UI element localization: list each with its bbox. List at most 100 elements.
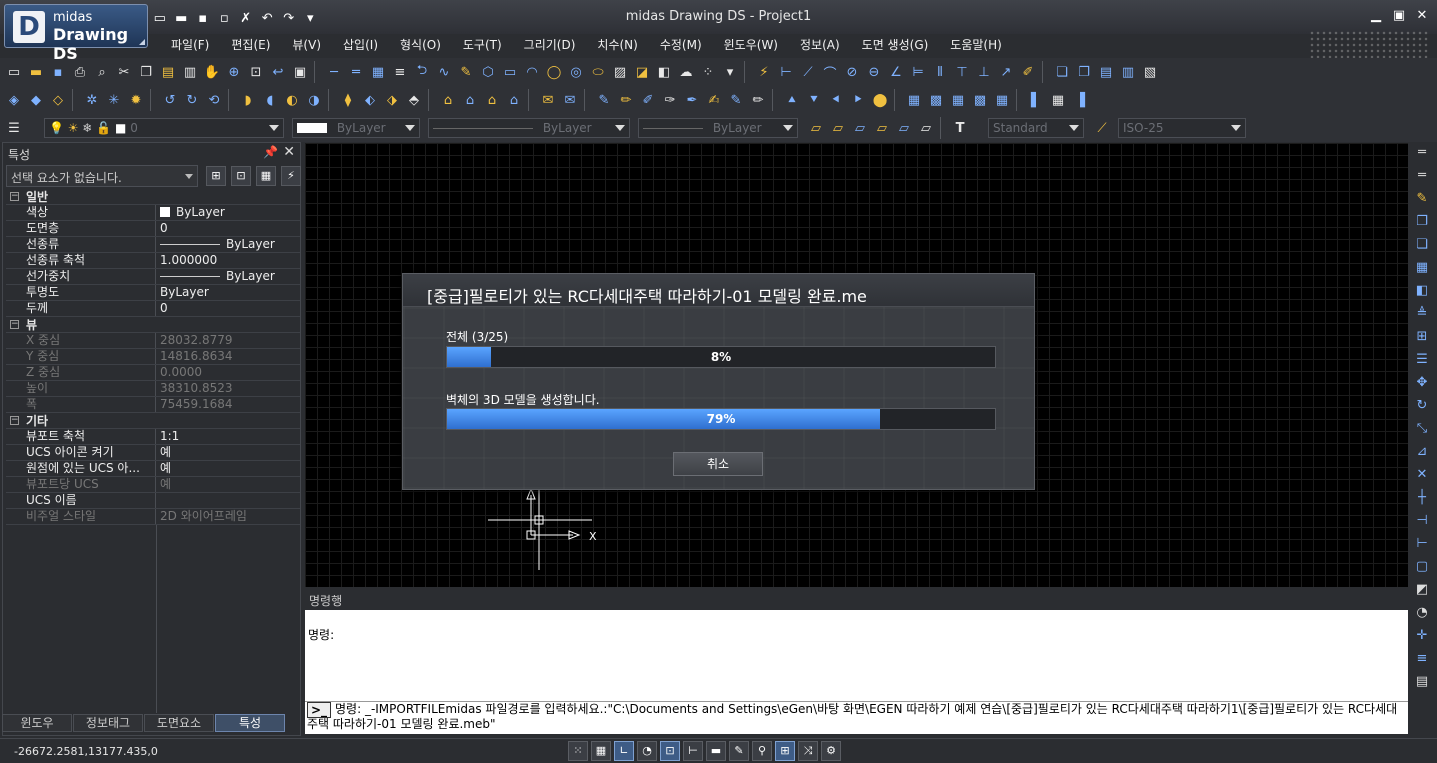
new-file-icon[interactable]: ▭: [150, 8, 170, 28]
save-icon[interactable]: ▪: [193, 8, 213, 28]
arc-icon[interactable]: ◠: [522, 62, 542, 82]
copy-multiple-icon[interactable]: ❏: [1412, 235, 1432, 255]
edit-7-icon[interactable]: ✎: [726, 90, 746, 110]
collapse-icon[interactable]: −: [10, 320, 19, 329]
gen-section-icon[interactable]: ◇: [48, 90, 68, 110]
member-2-icon[interactable]: ◖: [260, 90, 280, 110]
edit-1-icon[interactable]: ✎: [594, 90, 614, 110]
gradient-icon[interactable]: ◪: [632, 62, 652, 82]
block-2-icon[interactable]: ⯆: [804, 90, 824, 110]
menu-draw[interactable]: 그리기(D): [513, 34, 587, 56]
table-2-icon[interactable]: ▩: [926, 90, 946, 110]
note-1-icon[interactable]: ✉: [538, 90, 558, 110]
erase-icon[interactable]: ✎: [1412, 189, 1432, 209]
gen-axis-icon[interactable]: ✳: [104, 90, 124, 110]
window-tile-v-icon[interactable]: ▥: [1118, 62, 1138, 82]
category-general[interactable]: − 일반: [6, 189, 300, 205]
restore-button[interactable]: ▣: [1390, 8, 1408, 24]
window-cascade-icon[interactable]: ❏: [1052, 62, 1072, 82]
sketch-icon[interactable]: ✎: [456, 62, 476, 82]
circle-icon[interactable]: ◯: [544, 62, 564, 82]
app-logo[interactable]: D midas Drawing DS: [4, 4, 148, 63]
block-4-icon[interactable]: ⯈: [848, 90, 868, 110]
dim-break-icon[interactable]: ⊥: [974, 62, 994, 82]
quick-props-icon[interactable]: ⚲: [752, 741, 772, 761]
wall-2-icon[interactable]: ⌂: [460, 90, 480, 110]
quick-dim-icon[interactable]: ⚡: [754, 62, 774, 82]
rebar-1-icon[interactable]: ↺: [160, 90, 180, 110]
close-icon[interactable]: ✕: [283, 144, 295, 160]
layer-tool-1-icon[interactable]: ▱: [806, 118, 826, 138]
dynamic-input-icon[interactable]: ✎: [729, 741, 749, 761]
menu-modify[interactable]: 수정(M): [649, 34, 713, 56]
spline-icon[interactable]: ∿: [434, 62, 454, 82]
wall-3-icon[interactable]: ⌂: [482, 90, 502, 110]
block-3-icon[interactable]: ⯇: [826, 90, 846, 110]
tab-drawing-elements[interactable]: 도면요소: [144, 714, 214, 732]
linear-dim-icon[interactable]: ⊢: [776, 62, 796, 82]
property-value[interactable]: ByLayer: [156, 205, 300, 220]
category-misc[interactable]: − 기타: [6, 413, 300, 429]
fillet-icon[interactable]: ◔: [1412, 603, 1432, 623]
toolbar-more-icon[interactable]: ▤: [1412, 672, 1432, 692]
hatch-icon[interactable]: ▨: [610, 62, 630, 82]
layout-2-icon[interactable]: ▦: [1048, 90, 1068, 110]
menu-tools[interactable]: 도구(T): [452, 34, 513, 56]
pickadd-icon[interactable]: ▦: [256, 166, 276, 186]
zoom-realtime-icon[interactable]: ⊕: [224, 62, 244, 82]
print-preview-icon[interactable]: ⌕: [92, 62, 112, 82]
leader-icon[interactable]: ↗: [996, 62, 1016, 82]
copy-icon[interactable]: ❐: [1412, 212, 1432, 232]
paste-icon[interactable]: ▤: [158, 62, 178, 82]
toggle-value-icon[interactable]: ⚡: [281, 166, 301, 186]
property-row[interactable]: 선종류 ByLayer: [6, 237, 300, 253]
category-view[interactable]: − 뷰: [6, 317, 300, 333]
property-value[interactable]: 0: [156, 301, 300, 316]
text-style-icon[interactable]: T: [950, 118, 970, 138]
gen-plan-icon[interactable]: ◈: [4, 90, 24, 110]
collapse-icon[interactable]: −: [10, 416, 19, 425]
wall-4-icon[interactable]: ⌂: [504, 90, 524, 110]
lineweight-icon[interactable]: ▬: [706, 741, 726, 761]
copy-icon[interactable]: ❐: [136, 62, 156, 82]
property-value[interactable]: 예: [156, 461, 300, 476]
otrack-icon[interactable]: ⊢: [683, 741, 703, 761]
member-3-icon[interactable]: ◐: [282, 90, 302, 110]
menu-drawing-generation[interactable]: 도면 생성(G): [851, 34, 940, 56]
open-icon[interactable]: ▬: [26, 62, 46, 82]
tab-window[interactable]: 윈도우: [2, 714, 72, 732]
dim-edit-icon[interactable]: ✐: [1018, 62, 1038, 82]
block-1-icon[interactable]: ⯅: [782, 90, 802, 110]
line-icon[interactable]: ─: [324, 62, 344, 82]
layer-tool-5-icon[interactable]: ▱: [894, 118, 914, 138]
collapse-icon[interactable]: −: [10, 192, 19, 201]
property-value[interactable]: ByLayer: [156, 285, 300, 300]
angular-dim-icon[interactable]: ∠: [886, 62, 906, 82]
diameter-dim-icon[interactable]: ⊖: [864, 62, 884, 82]
new-icon[interactable]: ▭: [4, 62, 24, 82]
break-at-point-icon[interactable]: ⊢: [1412, 534, 1432, 554]
toolbar-grip-icon[interactable]: ═: [1412, 143, 1432, 163]
slab-3-icon[interactable]: ⬗: [382, 90, 402, 110]
property-value[interactable]: ByLayer: [156, 237, 300, 252]
ortho-icon[interactable]: ∟: [614, 741, 634, 761]
menu-edit[interactable]: 편집(E): [220, 34, 281, 56]
menu-file[interactable]: 파일(F): [160, 34, 220, 56]
extend-icon[interactable]: ┼: [1412, 488, 1432, 508]
save-as-icon[interactable]: ▫: [215, 8, 235, 28]
workspace-icon[interactable]: ⚙: [821, 741, 841, 761]
polygon-icon[interactable]: ⬡: [478, 62, 498, 82]
member-4-icon[interactable]: ◑: [304, 90, 324, 110]
table-3-icon[interactable]: ▦: [948, 90, 968, 110]
property-value[interactable]: 1:1: [156, 429, 300, 444]
offset-icon[interactable]: ≜: [1412, 304, 1432, 324]
zoom-window-icon[interactable]: ⊡: [246, 62, 266, 82]
layout-3-icon[interactable]: ▐: [1070, 90, 1090, 110]
tab-info-tag[interactable]: 정보태그: [73, 714, 143, 732]
property-row[interactable]: UCS 이름: [6, 493, 300, 509]
polyline-icon[interactable]: ⮌: [412, 62, 432, 82]
close-button[interactable]: ✕: [1413, 8, 1431, 24]
color-combo[interactable]: ByLayer: [292, 118, 420, 138]
property-value[interactable]: 0: [156, 221, 300, 236]
minimize-button[interactable]: ▁: [1367, 8, 1385, 24]
